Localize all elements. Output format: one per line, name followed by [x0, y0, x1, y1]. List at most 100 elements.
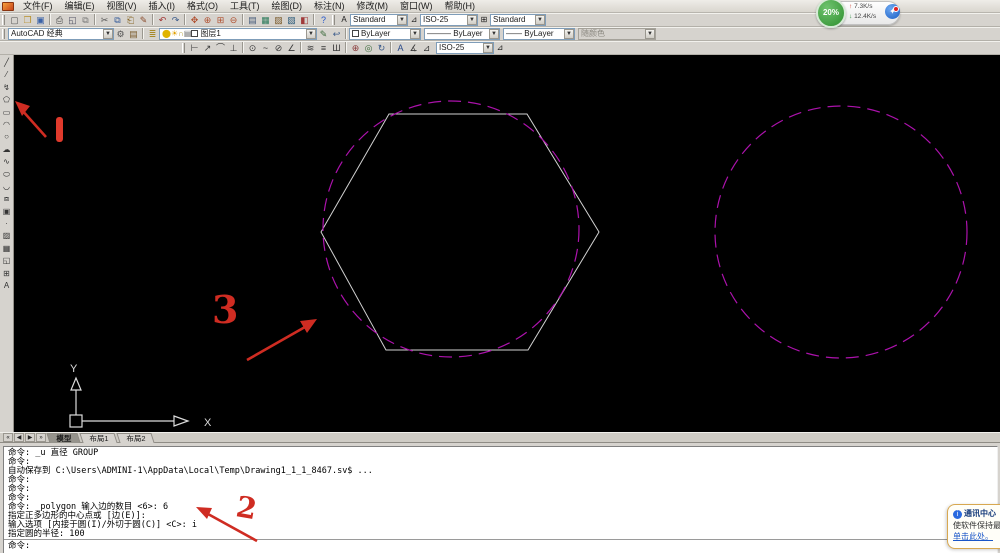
- net-monitor-widget[interactable]: 20% ↑ 7.3K/s ↓ 12.4K/s ✦: [816, 0, 902, 28]
- tab-layout2[interactable]: 布局2: [116, 432, 155, 443]
- layer-plot-printer-icon[interactable]: ▤: [184, 29, 192, 38]
- center-mark-icon[interactable]: ◎: [362, 42, 375, 54]
- zoom-previous-icon[interactable]: ⊖: [227, 14, 240, 26]
- dim-linear-icon[interactable]: ⊢: [188, 42, 201, 54]
- tab-scroll-prev-button[interactable]: ◀: [14, 433, 24, 442]
- tab-scroll-first-button[interactable]: «: [3, 433, 13, 442]
- menu-item-2[interactable]: 视图(V): [101, 0, 143, 12]
- construction-line-icon[interactable]: ⁄: [0, 69, 13, 81]
- pan-realtime-icon[interactable]: ✥: [188, 14, 201, 26]
- new-icon[interactable]: ▢: [8, 14, 21, 26]
- mtext-icon[interactable]: A: [0, 280, 13, 292]
- drawing-canvas[interactable]: Y X 3: [14, 55, 1000, 432]
- dim-angular-icon[interactable]: ∠: [285, 42, 298, 54]
- match-properties-icon[interactable]: ✎: [137, 14, 150, 26]
- revision-cloud-icon[interactable]: ☁: [0, 144, 13, 156]
- menu-item-3[interactable]: 插入(I): [143, 0, 182, 12]
- paste-icon[interactable]: ⎗: [124, 14, 137, 26]
- help-icon[interactable]: ?: [317, 14, 330, 26]
- table-style-dropdown[interactable]: Standard ▼: [490, 13, 546, 26]
- polygon-icon[interactable]: ⬠: [0, 94, 13, 106]
- circle-icon[interactable]: ○: [0, 131, 13, 143]
- layer-on-bulb-icon[interactable]: ⬤: [162, 29, 171, 38]
- menu-item-9[interactable]: 窗口(W): [394, 0, 439, 12]
- hexagon-shape[interactable]: [320, 113, 600, 351]
- linetype-dropdown[interactable]: ——— ByLayer ▼: [424, 27, 500, 40]
- region-icon[interactable]: ◱: [0, 255, 13, 267]
- menu-item-7[interactable]: 标注(N): [308, 0, 351, 12]
- dim-style-dropdown[interactable]: ISO-25 ▼: [420, 13, 478, 26]
- menu-item-8[interactable]: 修改(M): [351, 0, 395, 12]
- tool-palettes-icon[interactable]: ▨: [272, 14, 285, 26]
- make-block-icon[interactable]: ▣: [0, 206, 13, 218]
- tab-scroll-next-button[interactable]: ▶: [25, 433, 35, 442]
- menu-item-0[interactable]: 文件(F): [17, 0, 59, 12]
- arc-icon[interactable]: ◠: [0, 119, 13, 131]
- tab-model[interactable]: 模型: [46, 432, 81, 443]
- spline-icon[interactable]: ∿: [0, 156, 13, 168]
- menu-item-1[interactable]: 编辑(E): [59, 0, 101, 12]
- polyline-icon[interactable]: ↯: [0, 82, 13, 94]
- layer-properties-manager-icon[interactable]: ≣: [146, 28, 159, 40]
- ellipse-icon[interactable]: ⬭: [0, 169, 13, 181]
- sheet-set-manager-icon[interactable]: ▧: [285, 14, 298, 26]
- copy-icon[interactable]: ⧉: [111, 14, 124, 26]
- layer-previous-icon[interactable]: ↩: [330, 28, 343, 40]
- circumscribed-dashed-circle[interactable]: [322, 100, 580, 358]
- plot-preview-icon[interactable]: ◱: [66, 14, 79, 26]
- gradient-icon[interactable]: ▦: [0, 243, 13, 255]
- layer-color-swatch[interactable]: [191, 30, 199, 37]
- dim-text-edit-icon[interactable]: A: [394, 42, 407, 54]
- second-dashed-circle[interactable]: [714, 105, 968, 359]
- point-icon[interactable]: ·: [0, 218, 13, 230]
- menu-item-4[interactable]: 格式(O): [181, 0, 224, 12]
- layer-dropdown[interactable]: ⬤ ☀ ∩ ▤ 图层1 ▼: [159, 27, 317, 40]
- dim-continue-icon[interactable]: Ш: [330, 42, 343, 54]
- tab-layout1[interactable]: 布局1: [79, 432, 118, 443]
- insert-block-icon[interactable]: ⧈: [0, 193, 13, 205]
- workspace-dropdown[interactable]: AutoCAD 经典 ▼: [8, 27, 114, 40]
- command-input[interactable]: 命令:: [4, 539, 997, 552]
- toolbar-grip[interactable]: [332, 14, 335, 25]
- toolbar-grip[interactable]: [2, 28, 5, 39]
- table-icon[interactable]: ⊞: [0, 268, 13, 280]
- menu-item-10[interactable]: 帮助(H): [439, 0, 482, 12]
- dim-jogged-icon[interactable]: ~: [259, 42, 272, 54]
- menu-item-5[interactable]: 工具(T): [224, 0, 266, 12]
- tab-scroll-last-button[interactable]: »: [36, 433, 46, 442]
- toolbar-grip[interactable]: [2, 14, 5, 25]
- dim-ordinate-icon[interactable]: ⊥: [227, 42, 240, 54]
- dim-arc-length-icon[interactable]: ⌒: [214, 42, 227, 54]
- markup-set-manager-icon[interactable]: ◧: [298, 14, 311, 26]
- dim-aligned-icon[interactable]: ↗: [201, 42, 214, 54]
- dim-baseline-icon[interactable]: ≡: [317, 42, 330, 54]
- tolerance-icon[interactable]: ⊕: [349, 42, 362, 54]
- ellipse-arc-icon[interactable]: ◡: [0, 181, 13, 193]
- color-dropdown[interactable]: ByLayer ▼: [349, 27, 421, 40]
- dim-diameter-icon[interactable]: ⊘: [272, 42, 285, 54]
- dim-radius-icon[interactable]: ⊙: [246, 42, 259, 54]
- toolbar-grip[interactable]: [182, 42, 185, 53]
- zoom-window-icon[interactable]: ⊞: [214, 14, 227, 26]
- undo-icon[interactable]: ↶: [156, 14, 169, 26]
- make-object-layer-current-icon[interactable]: ✎: [317, 28, 330, 40]
- properties-icon[interactable]: ▤: [246, 14, 259, 26]
- workspace-settings-icon[interactable]: ⚙: [114, 28, 127, 40]
- workspace-save-icon[interactable]: ▤: [127, 28, 140, 40]
- open-icon[interactable]: ❒: [21, 14, 34, 26]
- dimension-style-dropdown[interactable]: ISO-25 ▼: [436, 41, 494, 54]
- communication-center-balloon[interactable]: i 通讯中心 使软件保持最 单击此处。: [947, 504, 1000, 549]
- hatch-icon[interactable]: ▨: [0, 230, 13, 242]
- dim-style-edit-icon[interactable]: ⊿: [420, 42, 433, 54]
- line-icon[interactable]: ╱: [0, 57, 13, 69]
- zoom-realtime-icon[interactable]: ⊕: [201, 14, 214, 26]
- redo-icon[interactable]: ↷: [169, 14, 182, 26]
- lineweight-dropdown[interactable]: —— ByLayer ▼: [503, 27, 575, 40]
- layer-freeze-sun-icon[interactable]: ☀: [171, 29, 178, 38]
- save-icon[interactable]: ▣: [34, 14, 47, 26]
- dim-angle-icon[interactable]: ∡: [407, 42, 420, 54]
- plot-icon[interactable]: ⎙: [53, 14, 66, 26]
- cut-icon[interactable]: ✂: [98, 14, 111, 26]
- balloon-link[interactable]: 单击此处。: [953, 531, 1000, 542]
- accelerate-ball-icon[interactable]: ✦: [885, 4, 900, 19]
